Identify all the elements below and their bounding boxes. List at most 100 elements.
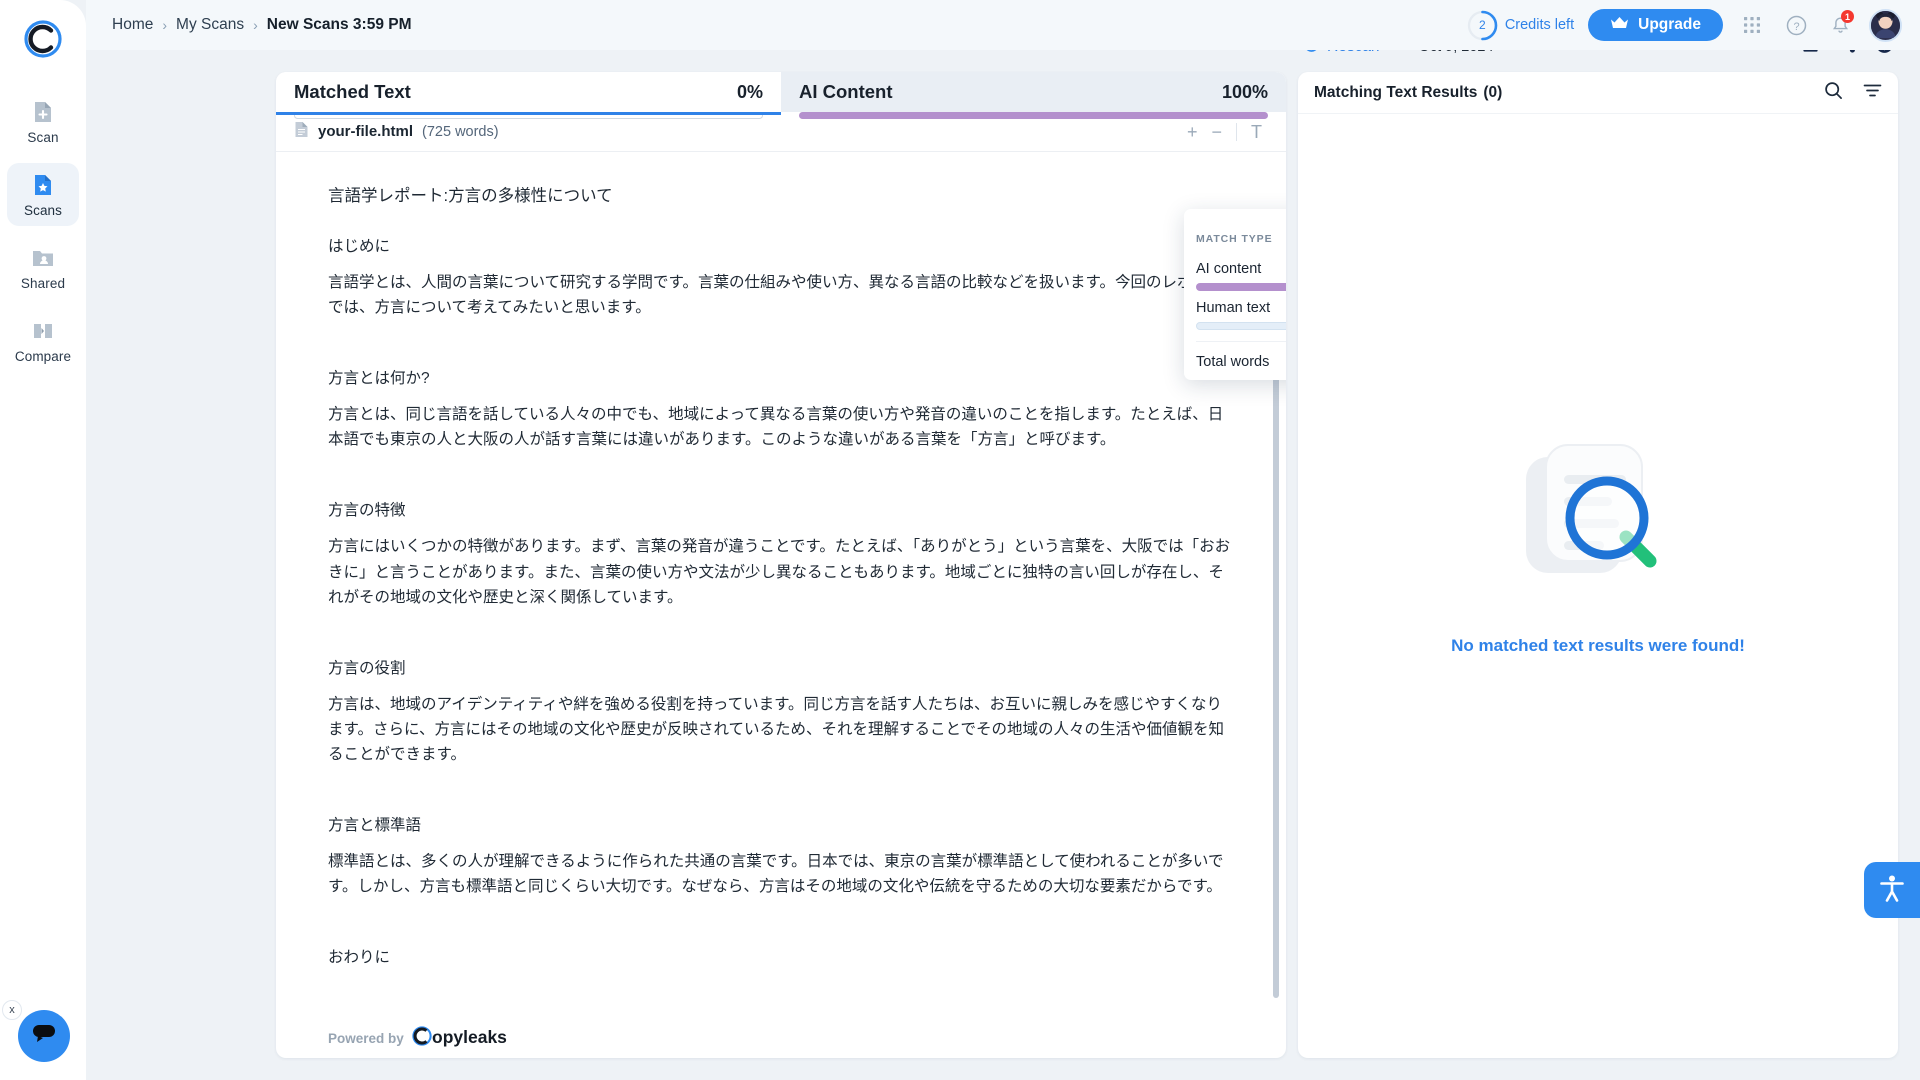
- avatar[interactable]: [1869, 8, 1902, 42]
- matched-text-score[interactable]: Matched Text 0%: [276, 72, 781, 119]
- results-title: Matching Text Results: [1314, 83, 1478, 101]
- notification-badge: 1: [1841, 10, 1854, 23]
- section-heading: 方言と標準語: [328, 817, 422, 835]
- bell-icon[interactable]: 1: [1825, 10, 1855, 40]
- matched-text-percent: 0%: [736, 82, 763, 102]
- filter-icon[interactable]: [1863, 83, 1882, 103]
- document-footer: Powered by opyleaks: [276, 1018, 1286, 1058]
- results-header-icons: [1824, 81, 1882, 105]
- text-coverage-popover: TEXT COVERAGE MATCH TYPE MATCH WORDS AI …: [1184, 209, 1286, 380]
- credits-count: 2: [1478, 18, 1486, 32]
- apps-grid-icon[interactable]: [1737, 10, 1767, 40]
- score-bars: Matched Text 0% AI Content 100%: [276, 72, 1286, 119]
- chat-bubble-icon: [30, 1021, 58, 1052]
- ai-content-percent: 100%: [1221, 82, 1268, 102]
- popover-header-row: MATCH TYPE MATCH WORDS: [1196, 233, 1286, 252]
- text-format-button[interactable]: T: [1251, 123, 1262, 141]
- powered-by-label: Powered by: [328, 1030, 404, 1046]
- sidebar-item-shared[interactable]: Shared: [7, 236, 79, 299]
- file-star-icon: [30, 172, 56, 198]
- results-count: (0): [1483, 83, 1503, 101]
- zoom-in-button[interactable]: +: [1187, 123, 1198, 141]
- file-word-count: (725 words): [422, 123, 499, 140]
- chat-close-button[interactable]: x: [2, 1000, 22, 1020]
- main-area: Matched Text 0% AI Content 100% your-fil…: [86, 35, 1920, 1080]
- accessibility-icon: [1877, 873, 1907, 908]
- file-toolbar: your-file.html (725 words) + − T: [276, 112, 1286, 152]
- sidebar-item-scans[interactable]: Scans: [7, 163, 79, 226]
- breadcrumb-item-my-scans[interactable]: My Scans: [176, 16, 244, 34]
- document-icon: [294, 121, 309, 143]
- total-label: Total words: [1196, 354, 1270, 370]
- ai-content-score[interactable]: AI Content 100%: [781, 72, 1286, 119]
- popover-row-human-text: Human text 0% 0: [1196, 291, 1286, 330]
- document-section: はじめに 言語学とは、人間の言葉について研究する学問です。言葉の仕組みや使い方、…: [328, 234, 1234, 320]
- chevron-right-icon: ›: [253, 17, 258, 33]
- accessibility-widget-button[interactable]: [1864, 862, 1920, 918]
- folder-user-icon: [30, 245, 56, 271]
- upgrade-label: Upgrade: [1638, 16, 1701, 33]
- document-panel: Matched Text 0% AI Content 100% your-fil…: [276, 72, 1286, 1058]
- results-panel: Rescan Oct 9, 2024: [1298, 35, 1898, 1058]
- document-content: 言語学レポート:方言の多様性について はじめに 言語学とは、人間の言葉について研…: [276, 152, 1286, 1018]
- document-section: おわりに: [328, 945, 1234, 967]
- sidebar-item-label: Scan: [27, 130, 59, 145]
- app-root: Scan Scans Shared Compare Home › My Scan…: [0, 0, 1920, 1080]
- row-label: Human text: [1196, 300, 1271, 316]
- section-heading: はじめに: [328, 238, 391, 255]
- breadcrumb-item-home[interactable]: Home: [112, 16, 153, 34]
- document-section: 方言の役割 方言は、地域のアイデンティティや絆を強める役割を持っています。同じ方…: [328, 656, 1234, 767]
- breadcrumb: Home › My Scans › New Scans 3:59 PM: [112, 16, 412, 34]
- section-body: 言語学とは、人間の言葉について研究する学問です。言葉の仕組みや使い方、異なる言語…: [328, 274, 1224, 317]
- upgrade-button[interactable]: Upgrade: [1588, 9, 1723, 41]
- file-name: your-file.html: [318, 123, 414, 140]
- svg-text:opyleaks: opyleaks: [432, 1027, 507, 1047]
- row-progress: [1196, 283, 1286, 291]
- svg-text:?: ?: [1793, 20, 1799, 32]
- credits-ring-icon: 2: [1467, 10, 1498, 41]
- section-heading: 方言の役割: [328, 659, 406, 677]
- section-heading: 方言とは何か?: [328, 370, 430, 388]
- credits-label: Credits left: [1504, 17, 1575, 33]
- ai-content-label: AI Content: [799, 81, 893, 102]
- help-circle-icon[interactable]: ?: [1781, 10, 1811, 40]
- col-match-type: MATCH TYPE: [1196, 233, 1273, 245]
- popover-total-words: Total words 725: [1196, 341, 1286, 370]
- compare-icon: [30, 318, 56, 344]
- search-icon[interactable]: [1824, 81, 1843, 105]
- popover-row-ai-content: AI content 100% 725: [1196, 252, 1286, 291]
- results-empty-message: No matched text results were found!: [1451, 635, 1745, 655]
- top-bar: Home › My Scans › New Scans 3:59 PM 2 Cr…: [86, 0, 1920, 50]
- sidebar-item-label: Shared: [20, 276, 66, 291]
- document-tools: + − T: [1187, 122, 1268, 141]
- copyleaks-logo-icon[interactable]: [20, 16, 66, 62]
- section-heading: 方言の特徴: [328, 502, 406, 520]
- document-section: 方言とは何か? 方言とは、同じ言語を話している人々の中でも、地域によって異なる言…: [328, 366, 1234, 452]
- sidebar-item-label: Compare: [14, 349, 72, 364]
- matched-text-label: Matched Text: [294, 81, 411, 102]
- document-section: 方言と標準語 標準語とは、多くの人が理解できるように作られた共通の言葉です。日本…: [328, 813, 1234, 899]
- section-body: 方言とは、同じ言語を話している人々の中でも、地域によって異なる言葉の使い方や発音…: [328, 406, 1224, 449]
- credits-indicator[interactable]: 2 Credits left: [1467, 10, 1574, 41]
- chevron-right-icon: ›: [162, 17, 168, 33]
- section-heading: おわりに: [328, 949, 391, 967]
- section-body: 標準語とは、多くの人が理解できるように作られた共通の言葉です。日本では、東京の言…: [328, 853, 1224, 896]
- row-label: AI content: [1196, 261, 1262, 277]
- sidebar-item-scan[interactable]: Scan: [7, 90, 79, 153]
- sidebar-item-compare[interactable]: Compare: [7, 309, 79, 372]
- breadcrumb-item-current: New Scans 3:59 PM: [266, 16, 412, 33]
- text-coverage-label: TEXT COVERAGE: [1196, 219, 1286, 231]
- sidebar-item-label: Scans: [23, 203, 63, 218]
- section-body: 方言にはいくつかの特徴があります。まず、言葉の発音が違うことです。たとえば、「あ…: [328, 538, 1231, 606]
- copyleaks-wordmark-icon: opyleaks: [410, 1025, 528, 1052]
- chat-widget-button[interactable]: [18, 1010, 70, 1062]
- results-header: Matching Text Results (0): [1298, 72, 1898, 114]
- results-empty-state: No matched text results were found!: [1298, 114, 1898, 1058]
- crown-icon: [1610, 16, 1629, 35]
- sidebar: Scan Scans Shared Compare: [0, 0, 86, 1080]
- document-magnifier-icon: [1508, 427, 1688, 602]
- document-title: 言語学レポート:方言の多様性について: [328, 187, 613, 205]
- row-progress: [1196, 322, 1286, 330]
- zoom-out-button[interactable]: −: [1211, 123, 1222, 141]
- divider: [1236, 122, 1237, 141]
